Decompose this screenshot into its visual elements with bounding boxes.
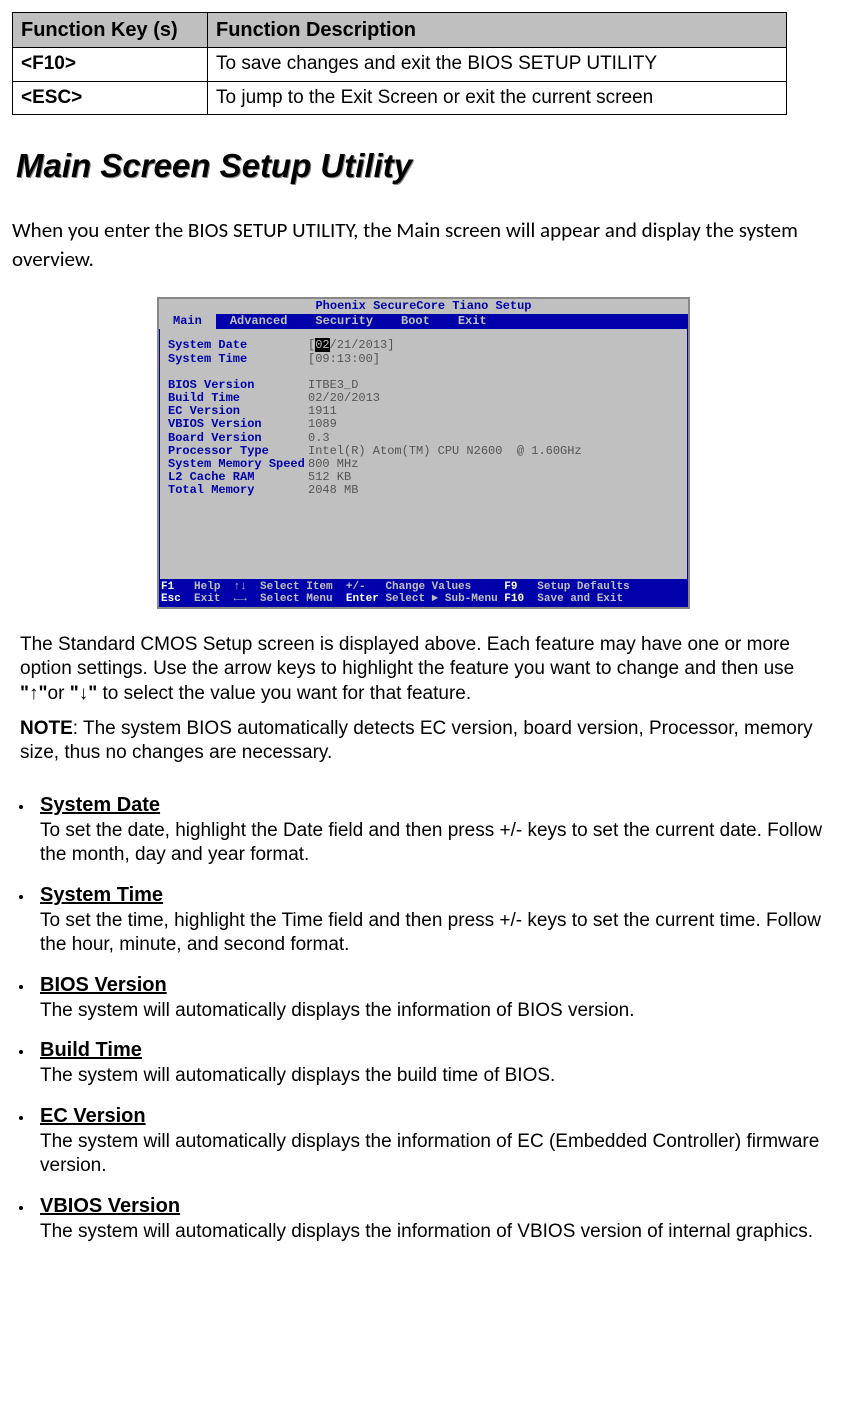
bios-menu-security: Security [301,314,387,329]
bios-body: System Date[02/21/2013] System Time[09:1… [159,329,688,580]
header-desc: Function Description [208,13,787,48]
paragraph-note: NOTE: The system BIOS automatically dete… [20,717,835,766]
paragraph-cmos: The Standard CMOS Setup screen is displa… [20,633,835,707]
list-item: VBIOS Version The system will automatica… [34,1193,835,1244]
list-item: Build Time The system will automatically… [34,1037,835,1088]
header-key: Function Key (s) [13,13,208,48]
table-header-row: Function Key (s) Function Description [13,13,787,48]
bios-value: 2048 MB [308,484,358,497]
field-list: System Date To set the date, highlight t… [12,792,835,1244]
list-item: System Time To set the time, highlight t… [34,882,835,958]
field-title: VBIOS Version [40,1195,180,1217]
field-desc: To set the time, highlight the Time fiel… [40,910,821,956]
bios-screenshot: Phoenix SecureCore Tiano Setup Main Adva… [157,297,690,609]
bios-title: Phoenix SecureCore Tiano Setup [159,299,688,314]
list-item: System Date To set the date, highlight t… [34,792,835,868]
field-title: System Date [40,794,160,816]
section-heading: Main Screen Setup Utility [16,145,835,188]
desc-cell: To jump to the Exit Screen or exit the c… [208,81,787,115]
bios-menu-boot: Boot [387,314,444,329]
bios-label: Board Version [168,432,308,445]
table-row: <ESC> To jump to the Exit Screen or exit… [13,81,787,115]
field-desc: The system will automatically displays t… [40,1221,813,1242]
list-item: BIOS Version The system will automatical… [34,972,835,1023]
field-desc: The system will automatically displays t… [40,1131,819,1177]
note-text: : The system BIOS automatically detects … [20,718,813,764]
field-desc: To set the date, highlight the Date fiel… [40,820,822,866]
bios-label: VBIOS Version [168,418,308,431]
bios-menu-advanced: Advanced [216,314,302,329]
up-arrow-icon: "↑" [20,683,48,704]
field-desc: The system will automatically displays t… [40,1000,635,1021]
field-title: EC Version [40,1105,146,1127]
field-title: Build Time [40,1039,142,1061]
bios-menu-main: Main [159,314,216,329]
bios-label: System Time [168,353,308,366]
key-cell: <ESC> [13,81,208,115]
note-label: NOTE [20,718,73,739]
bios-value: 1089 [308,418,337,431]
bios-value: [09:13:00] [308,353,380,366]
bios-menu-bar: Main Advanced Security Boot Exit [159,314,688,329]
intro-paragraph: When you enter the BIOS SETUP UTILITY, t… [12,216,835,273]
desc-cell: To save changes and exit the BIOS SETUP … [208,48,787,82]
bios-label: System Date [168,339,308,352]
bios-menu-exit: Exit [444,314,501,329]
function-key-table: Function Key (s) Function Description <F… [12,12,787,115]
key-cell: <F10> [13,48,208,82]
table-row: <F10> To save changes and exit the BIOS … [13,48,787,82]
bios-value: 0.3 [308,432,330,445]
field-desc: The system will automatically displays t… [40,1065,555,1086]
bios-label: Total Memory [168,484,308,497]
bios-value: [02/21/2013] [308,339,394,352]
down-arrow-icon: "↓" [70,683,98,704]
field-title: System Time [40,884,163,906]
bios-footer: F1 Help ↑↓ Select Item +/- Change Values… [159,580,688,606]
list-item: EC Version The system will automatically… [34,1103,835,1179]
field-title: BIOS Version [40,974,167,996]
